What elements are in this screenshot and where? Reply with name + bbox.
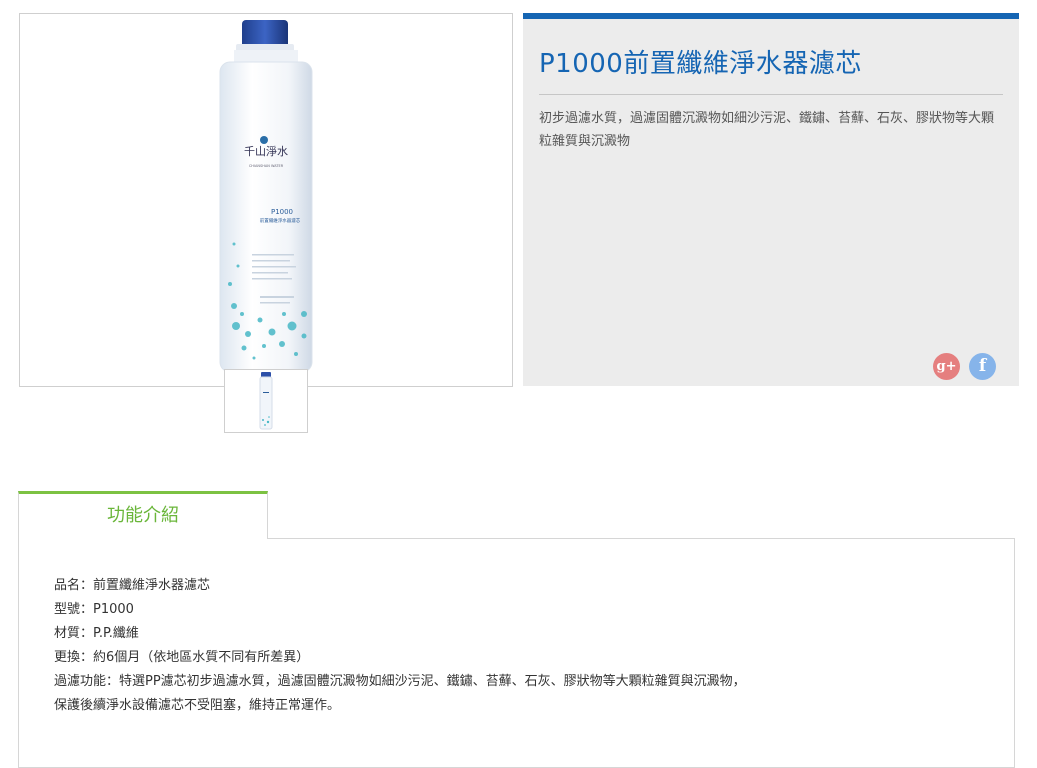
title-divider (539, 94, 1003, 95)
tab-features[interactable]: 功能介紹 (18, 491, 268, 539)
feature-item-model: 型號：P1000 (54, 602, 134, 617)
thumbnail-cartridge-illustration (259, 372, 273, 430)
facebook-icon[interactable]: f (969, 353, 996, 380)
svg-text:P1000: P1000 (271, 208, 293, 216)
svg-text:前置纖維淨水器濾芯: 前置纖維淨水器濾芯 (260, 217, 301, 224)
feature-item-name: 品名：前置纖維淨水器濾芯 (54, 578, 211, 593)
brand-logo-text: 千山淨水 (244, 145, 288, 158)
feature-item-replacement: 更換：約6個月（依地區水質不同有所差異） (54, 650, 310, 665)
google-plus-icon[interactable]: g+ (933, 353, 960, 380)
feature-item-function: 過濾功能：特選PP濾芯初步過濾水質，過濾固體沉澱物如細沙污泥、鐵鏽、苔蘚、石灰、… (54, 674, 746, 689)
product-short-description: 初步過濾水質，過濾固體沉澱物如細沙污泥、鐵鏽、苔蘚、石灰、膠狀物等大顆粒雜質與沉… (539, 111, 995, 149)
feature-list: 品名：前置纖維淨水器濾芯 型號：P1000 材質：P.P.纖維 更換：約6個月（… (54, 574, 746, 718)
product-image[interactable]: 千山淨水 CHIANSHAN WATER P1000 前置纖維淨水器濾芯 (19, 13, 513, 387)
features-panel: 品名：前置纖維淨水器濾芯 型號：P1000 材質：P.P.纖維 更換：約6個月（… (18, 538, 1015, 768)
svg-text:CHIANSHAN WATER: CHIANSHAN WATER (249, 164, 284, 168)
product-title: P1000前置纖維淨水器濾芯 (539, 49, 862, 79)
filter-cartridge-illustration: 千山淨水 CHIANSHAN WATER P1000 前置纖維淨水器濾芯 (219, 20, 313, 373)
feature-item-function-cont: 保護後續淨水設備濾芯不受阻塞，維持正常運作。 (54, 698, 341, 713)
product-thumbnail[interactable] (224, 369, 308, 433)
feature-item-material: 材質：P.P.纖維 (54, 626, 139, 641)
product-info-panel: P1000前置纖維淨水器濾芯 初步過濾水質，過濾固體沉澱物如細沙污泥、鐵鏽、苔蘚… (523, 13, 1019, 386)
